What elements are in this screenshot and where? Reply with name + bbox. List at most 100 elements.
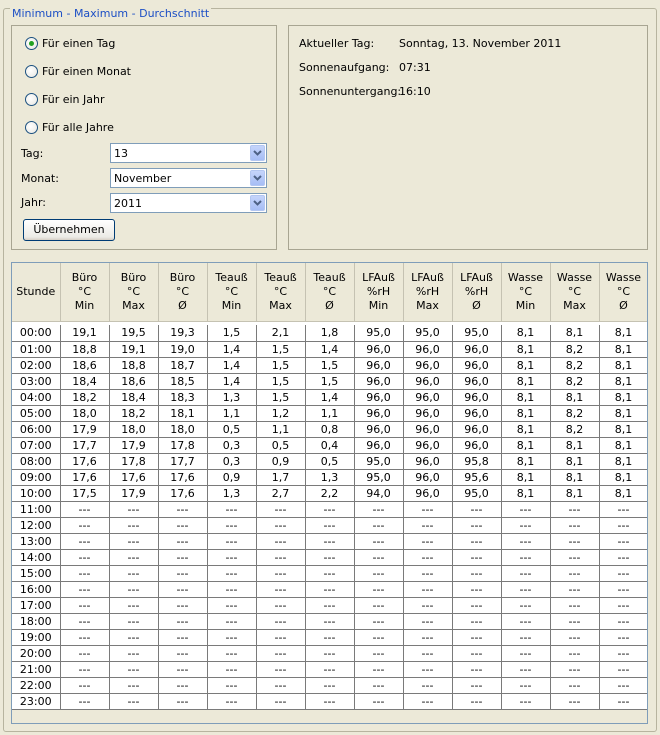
table-row[interactable]: 06:00 17,9 18,0 18,0 0,5 1,1 0,8 96,0 96,0 96,0 8,… bbox=[12, 421, 647, 438]
value-cell: --- bbox=[207, 645, 257, 662]
hour-cell: 13:00 bbox=[12, 533, 61, 550]
chevron-down-icon[interactable] bbox=[250, 170, 265, 186]
value-cell: 19,1 bbox=[60, 325, 110, 342]
table-row[interactable]: 05:00 18,0 18,2 18,1 1,1 1,2 1,1 96,0 96,0 96,0 8,… bbox=[12, 405, 647, 422]
table-row[interactable]: 03:00 18,4 18,6 18,5 1,4 1,5 1,5 96,0 96,0 96,0 8,… bbox=[12, 373, 647, 390]
value-cell: 8,1 bbox=[501, 341, 551, 358]
value-cell: 8,1 bbox=[550, 325, 600, 342]
table-row[interactable]: 20:00 --- --- --- --- --- --- --- --- --- --- --- --… bbox=[12, 645, 647, 662]
value-cell: --- bbox=[403, 597, 453, 614]
column-header-hour[interactable]: Stunde bbox=[12, 263, 61, 322]
value-cell: 17,6 bbox=[60, 453, 110, 470]
table-row[interactable]: 16:00 --- --- --- --- --- --- --- --- --- --- --- --… bbox=[12, 581, 647, 598]
hour-cell: 18:00 bbox=[12, 613, 61, 630]
table-row[interactable]: 09:00 17,6 17,6 17,6 0,9 1,7 1,3 95,0 96,0 95,6 8,… bbox=[12, 469, 647, 486]
column-header[interactable]: LFAuß %rH Max bbox=[403, 263, 453, 322]
column-header[interactable]: Büro °C Ø bbox=[158, 263, 208, 322]
table-row[interactable]: 11:00 --- --- --- --- --- --- --- --- --- --- --- --… bbox=[12, 501, 647, 518]
month-select[interactable]: November bbox=[110, 168, 267, 188]
value-cell: 18,0 bbox=[60, 405, 110, 422]
value-cell: --- bbox=[158, 581, 208, 598]
table-row[interactable]: 18:00 --- --- --- --- --- --- --- --- --- --- --- --… bbox=[12, 613, 647, 630]
value-cell: 96,0 bbox=[354, 357, 404, 374]
value-cell: --- bbox=[109, 661, 159, 678]
table-row[interactable]: 08:00 17,6 17,8 17,7 0,3 0,9 0,5 95,0 96,0 95,8 8,… bbox=[12, 453, 647, 470]
day-select[interactable]: 13 bbox=[110, 143, 267, 163]
value-cell: 1,4 bbox=[207, 357, 257, 374]
table-row[interactable]: 23:00 --- --- --- --- --- --- --- --- --- --- --- --… bbox=[12, 693, 647, 710]
value-cell: --- bbox=[403, 549, 453, 566]
column-header[interactable]: Büro °C Max bbox=[109, 263, 159, 322]
table-row[interactable]: 07:00 17,7 17,9 17,8 0,3 0,5 0,4 96,0 96,0 96,0 8,… bbox=[12, 437, 647, 454]
value-cell: --- bbox=[207, 629, 257, 646]
value-cell: --- bbox=[403, 517, 453, 534]
year-select[interactable]: 2011 bbox=[110, 193, 267, 213]
column-header[interactable]: LFAuß %rH Min bbox=[354, 263, 404, 322]
value-cell: --- bbox=[403, 565, 453, 582]
table-row[interactable]: 21:00 --- --- --- --- --- --- --- --- --- --- --- --… bbox=[12, 661, 647, 678]
value-cell: 8,1 bbox=[550, 453, 600, 470]
hour-cell: 06:00 bbox=[12, 421, 61, 438]
value-cell: --- bbox=[501, 517, 551, 534]
table-row[interactable]: 17:00 --- --- --- --- --- --- --- --- --- --- --- --… bbox=[12, 597, 647, 614]
value-cell: --- bbox=[599, 677, 647, 694]
value-cell: --- bbox=[256, 661, 306, 678]
value-cell: 96,0 bbox=[403, 357, 453, 374]
value-cell: --- bbox=[599, 629, 647, 646]
hour-cell: 15:00 bbox=[12, 565, 61, 582]
table-row[interactable]: 13:00 --- --- --- --- --- --- --- --- --- --- --- --… bbox=[12, 533, 647, 550]
hour-cell: 00:00 bbox=[12, 325, 61, 342]
table-row[interactable]: 10:00 17,5 17,9 17,6 1,3 2,7 2,2 94,0 96,0 95,0 8,… bbox=[12, 485, 647, 502]
month-label: Monat: bbox=[21, 172, 59, 185]
table-row[interactable]: 01:00 18,8 19,1 19,0 1,4 1,5 1,4 96,0 96,0 96,0 8,… bbox=[12, 341, 647, 358]
value-cell: --- bbox=[158, 597, 208, 614]
table-row[interactable]: 00:00 19,1 19,5 19,3 1,5 2,1 1,8 95,0 95,0 95,0 8,… bbox=[12, 325, 647, 342]
column-header[interactable]: Wasse °C Max bbox=[550, 263, 600, 322]
value-cell: --- bbox=[354, 517, 404, 534]
value-cell: --- bbox=[403, 693, 453, 710]
table-row[interactable]: 22:00 --- --- --- --- --- --- --- --- --- --- --- --… bbox=[12, 677, 647, 694]
value-cell: --- bbox=[354, 597, 404, 614]
radio-day[interactable]: Für einen Tag bbox=[25, 35, 115, 51]
chevron-down-icon[interactable] bbox=[250, 195, 265, 211]
value-cell: 8,1 bbox=[501, 453, 551, 470]
table-row[interactable]: 15:00 --- --- --- --- --- --- --- --- --- --- --- --… bbox=[12, 565, 647, 582]
table-row[interactable]: 02:00 18,6 18,8 18,7 1,4 1,5 1,5 96,0 96,0 96,0 8,… bbox=[12, 357, 647, 374]
value-cell: 0,9 bbox=[207, 469, 257, 486]
value-cell: --- bbox=[60, 549, 110, 566]
apply-button[interactable]: Übernehmen bbox=[23, 219, 115, 241]
chevron-down-icon[interactable] bbox=[250, 145, 265, 161]
value-cell: 95,0 bbox=[354, 469, 404, 486]
column-header[interactable]: Wasse °C Min bbox=[501, 263, 551, 322]
value-cell: --- bbox=[256, 565, 306, 582]
column-header[interactable]: Wasse °C Ø bbox=[599, 263, 647, 322]
value-cell: --- bbox=[403, 629, 453, 646]
hourly-table-container[interactable]: Stunde Büro °C Min Büro °C Max Büro °C Ø Tea… bbox=[11, 262, 648, 724]
value-cell: 18,8 bbox=[60, 341, 110, 358]
radio-year[interactable]: Für ein Jahr bbox=[25, 91, 105, 107]
table-row[interactable]: 04:00 18,2 18,4 18,3 1,3 1,5 1,4 96,0 96,0 96,0 8,… bbox=[12, 389, 647, 406]
column-header[interactable]: Teauß °C Max bbox=[256, 263, 306, 322]
radio-month[interactable]: Für einen Monat bbox=[25, 63, 131, 79]
table-row[interactable]: 19:00 --- --- --- --- --- --- --- --- --- --- --- --… bbox=[12, 629, 647, 646]
radio-all-years[interactable]: Für alle Jahre bbox=[25, 119, 114, 135]
current-day-value: Sonntag, 13. November 2011 bbox=[399, 37, 562, 50]
value-cell: 8,1 bbox=[599, 325, 647, 342]
sunrise-value: 07:31 bbox=[399, 61, 431, 74]
value-cell: --- bbox=[109, 501, 159, 518]
column-header[interactable]: Teauß °C Ø bbox=[305, 263, 355, 322]
column-header[interactable]: LFAuß %rH Ø bbox=[452, 263, 502, 322]
value-cell: 96,0 bbox=[403, 405, 453, 422]
value-cell: 18,6 bbox=[109, 373, 159, 390]
column-header[interactable]: Büro °C Min bbox=[60, 263, 110, 322]
column-header[interactable]: Teauß °C Min bbox=[207, 263, 257, 322]
value-cell: 1,4 bbox=[207, 341, 257, 358]
value-cell: --- bbox=[599, 565, 647, 582]
table-row[interactable]: 12:00 --- --- --- --- --- --- --- --- --- --- --- --… bbox=[12, 517, 647, 534]
value-cell: --- bbox=[550, 629, 600, 646]
table-row[interactable]: 14:00 --- --- --- --- --- --- --- --- --- --- --- --… bbox=[12, 549, 647, 566]
value-cell: --- bbox=[599, 645, 647, 662]
value-cell: 96,0 bbox=[403, 437, 453, 454]
hour-cell: 19:00 bbox=[12, 629, 61, 646]
value-cell: 8,1 bbox=[501, 469, 551, 486]
